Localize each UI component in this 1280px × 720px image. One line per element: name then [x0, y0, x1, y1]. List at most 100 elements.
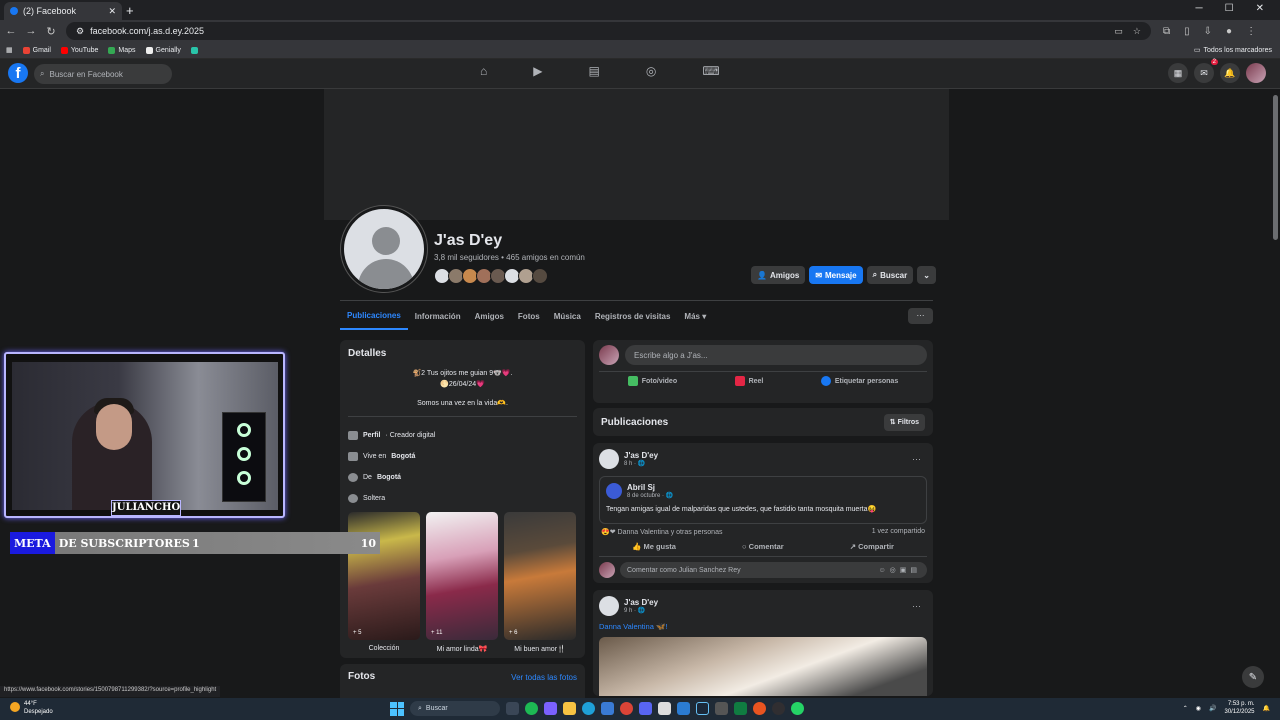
composer-input[interactable]: Escribe algo a J'as... — [625, 345, 927, 365]
gaming-icon[interactable]: ⌨ — [702, 64, 719, 78]
reactions-summary[interactable]: 😍❤ Danna Valentina y otras personas — [601, 528, 722, 536]
tab-mas[interactable]: Más ▾ — [677, 302, 713, 330]
apps-grid-icon[interactable]: ▦ — [6, 46, 13, 54]
profile-followers[interactable]: 3,8 mil seguidores • 465 amigos en común — [434, 253, 585, 262]
profile-more-button[interactable]: ··· — [908, 308, 933, 324]
home-icon[interactable]: ⌂ — [480, 64, 487, 78]
profile-icon[interactable]: ● — [1226, 26, 1232, 37]
forward-icon[interactable]: → — [22, 25, 40, 37]
marketplace-icon[interactable]: ▤ — [588, 64, 599, 78]
close-tab-icon[interactable]: ✕ — [108, 6, 116, 17]
page-scrollbar[interactable] — [1273, 95, 1278, 240]
obs-icon[interactable] — [772, 702, 785, 715]
back-icon[interactable]: ← — [2, 25, 20, 37]
all-bookmarks[interactable]: ▭ Todos los marcadores — [1194, 46, 1272, 55]
groups-icon[interactable]: ◎ — [646, 64, 656, 78]
post-options-icon[interactable]: ··· — [912, 601, 921, 611]
highlight-mi-amor-linda[interactable]: + 11 Mi amor linda🎀 — [426, 512, 498, 653]
post-time[interactable]: 9 h · 🌐 — [624, 607, 658, 614]
sidepanel-icon[interactable]: ▯ — [1184, 26, 1190, 37]
discord-icon[interactable] — [639, 702, 652, 715]
comment-input[interactable]: Comentar como Julian Sanchez Rey ☺◎▣▤ — [620, 562, 927, 578]
taskbar-search[interactable]: ⌕ Buscar — [410, 701, 500, 716]
app-icon[interactable] — [753, 702, 766, 715]
comment-button[interactable]: ○ Comentar — [742, 542, 784, 551]
browser-tab[interactable]: (2) Facebook ✕ — [4, 2, 122, 20]
shared-author[interactable]: Abril Sj — [627, 483, 673, 492]
close-window-icon[interactable]: ✕ — [1256, 3, 1264, 14]
avatar[interactable] — [599, 562, 615, 578]
avatar[interactable] — [599, 449, 619, 469]
like-button[interactable]: 👍 Me gusta — [632, 542, 676, 551]
more-options-button[interactable]: ⌄ — [917, 266, 936, 284]
friends-button[interactable]: 👤 Amigos — [751, 266, 806, 284]
facebook-logo-icon[interactable]: f — [8, 63, 28, 83]
bookmark-star-icon[interactable]: ☆ — [1133, 26, 1141, 37]
file-explorer-icon[interactable] — [563, 702, 576, 715]
shared-time[interactable]: 8 de octubre · 🌐 — [627, 492, 673, 499]
bookmark-gmail[interactable]: Gmail — [22, 46, 51, 54]
downloads-icon[interactable]: ⇩ — [1204, 26, 1212, 37]
avatar[interactable] — [599, 345, 619, 365]
network-icon[interactable]: ◉ — [1196, 705, 1201, 712]
reload-icon[interactable]: ↻ — [42, 25, 60, 38]
avatar[interactable] — [532, 268, 548, 284]
tag-people-button[interactable]: Etiquetar personas — [820, 376, 898, 386]
tab-registros-de-visitas[interactable]: Registros de visitas — [588, 302, 678, 330]
store-icon[interactable] — [601, 702, 614, 715]
clock[interactable]: 7:53 p. m. 30/12/2025 — [1224, 700, 1254, 716]
tab-fotos[interactable]: Fotos — [511, 302, 547, 330]
profile-avatar[interactable] — [341, 206, 427, 292]
post-mention[interactable]: Danna Valentina 🦋! — [599, 622, 927, 631]
minimize-icon[interactable]: ─ — [1196, 3, 1203, 14]
account-avatar[interactable] — [1246, 63, 1266, 83]
app-icon[interactable] — [715, 702, 728, 715]
menu-icon[interactable]: ⋮ — [1246, 26, 1256, 37]
avatar[interactable] — [606, 483, 622, 499]
search-profile-button[interactable]: ⌕ Buscar — [866, 266, 914, 284]
notification-bell-icon[interactable]: 🔔 — [1263, 705, 1270, 712]
post-author[interactable]: J'as D'ey — [624, 451, 658, 460]
weather-widget[interactable]: 44°F Despejado — [10, 700, 53, 716]
share-button[interactable]: ↗ Compartir — [850, 542, 894, 551]
post-author[interactable]: J'as D'ey — [624, 598, 658, 607]
shares-count[interactable]: 1 vez compartido — [872, 528, 925, 536]
message-button[interactable]: ✉ Mensaje — [809, 266, 863, 284]
extensions-icon[interactable]: ⧉ — [1163, 26, 1170, 37]
see-all-photos-link[interactable]: Ver todas las fotos — [511, 673, 577, 697]
tab-musica[interactable]: Música — [547, 302, 588, 330]
photo-video-button[interactable]: Foto/video — [627, 376, 677, 386]
filters-button[interactable]: ⇅ Filtros — [883, 413, 925, 431]
new-message-button[interactable]: ✎ — [1242, 666, 1264, 688]
messenger-icon[interactable]: ✉ 2 — [1194, 59, 1218, 83]
app-icon[interactable] — [677, 702, 690, 715]
tab-publicaciones[interactable]: Publicaciones — [340, 302, 408, 330]
windows-start-icon[interactable] — [390, 701, 404, 716]
task-view-icon[interactable] — [506, 702, 519, 715]
edge-icon[interactable] — [582, 702, 595, 715]
post-photo[interactable] — [599, 637, 927, 696]
spotify-icon[interactable] — [525, 702, 538, 715]
bookmark-youtube[interactable]: YouTube — [60, 46, 98, 54]
volume-icon[interactable]: 🔊 — [1209, 705, 1216, 712]
maximize-icon[interactable]: ☐ — [1225, 3, 1234, 14]
mutual-friends-avatars[interactable] — [434, 268, 548, 284]
tab-informacion[interactable]: Información — [408, 302, 468, 330]
site-info-icon[interactable]: ⚙ — [76, 26, 84, 37]
post-options-icon[interactable]: ··· — [912, 454, 921, 464]
chrome-icon[interactable] — [620, 702, 633, 715]
bookmark-maps[interactable]: Maps — [108, 46, 136, 54]
address-bar[interactable]: ⚙ facebook.com/j.as.d.ey.2025 ▭ ☆ — [66, 22, 1151, 40]
copilot-icon[interactable] — [544, 702, 557, 715]
reel-button[interactable]: Reel — [734, 376, 763, 386]
highlight-mi-buen-amor[interactable]: + 6 Mi buen amor🍴 — [504, 512, 576, 653]
shared-post[interactable]: Abril Sj 8 de octubre · 🌐 Tengan amigas … — [599, 476, 927, 524]
whatsapp-icon[interactable] — [791, 702, 804, 715]
steam-icon[interactable] — [696, 702, 709, 715]
video-icon[interactable]: ▶ — [533, 64, 542, 78]
new-tab-button[interactable]: + — [126, 3, 134, 18]
tab-amigos[interactable]: Amigos — [468, 302, 511, 330]
cast-icon[interactable]: ▭ — [1114, 26, 1123, 37]
avatar[interactable] — [599, 596, 619, 616]
post-time[interactable]: 8 h · 🌐 — [624, 460, 658, 467]
